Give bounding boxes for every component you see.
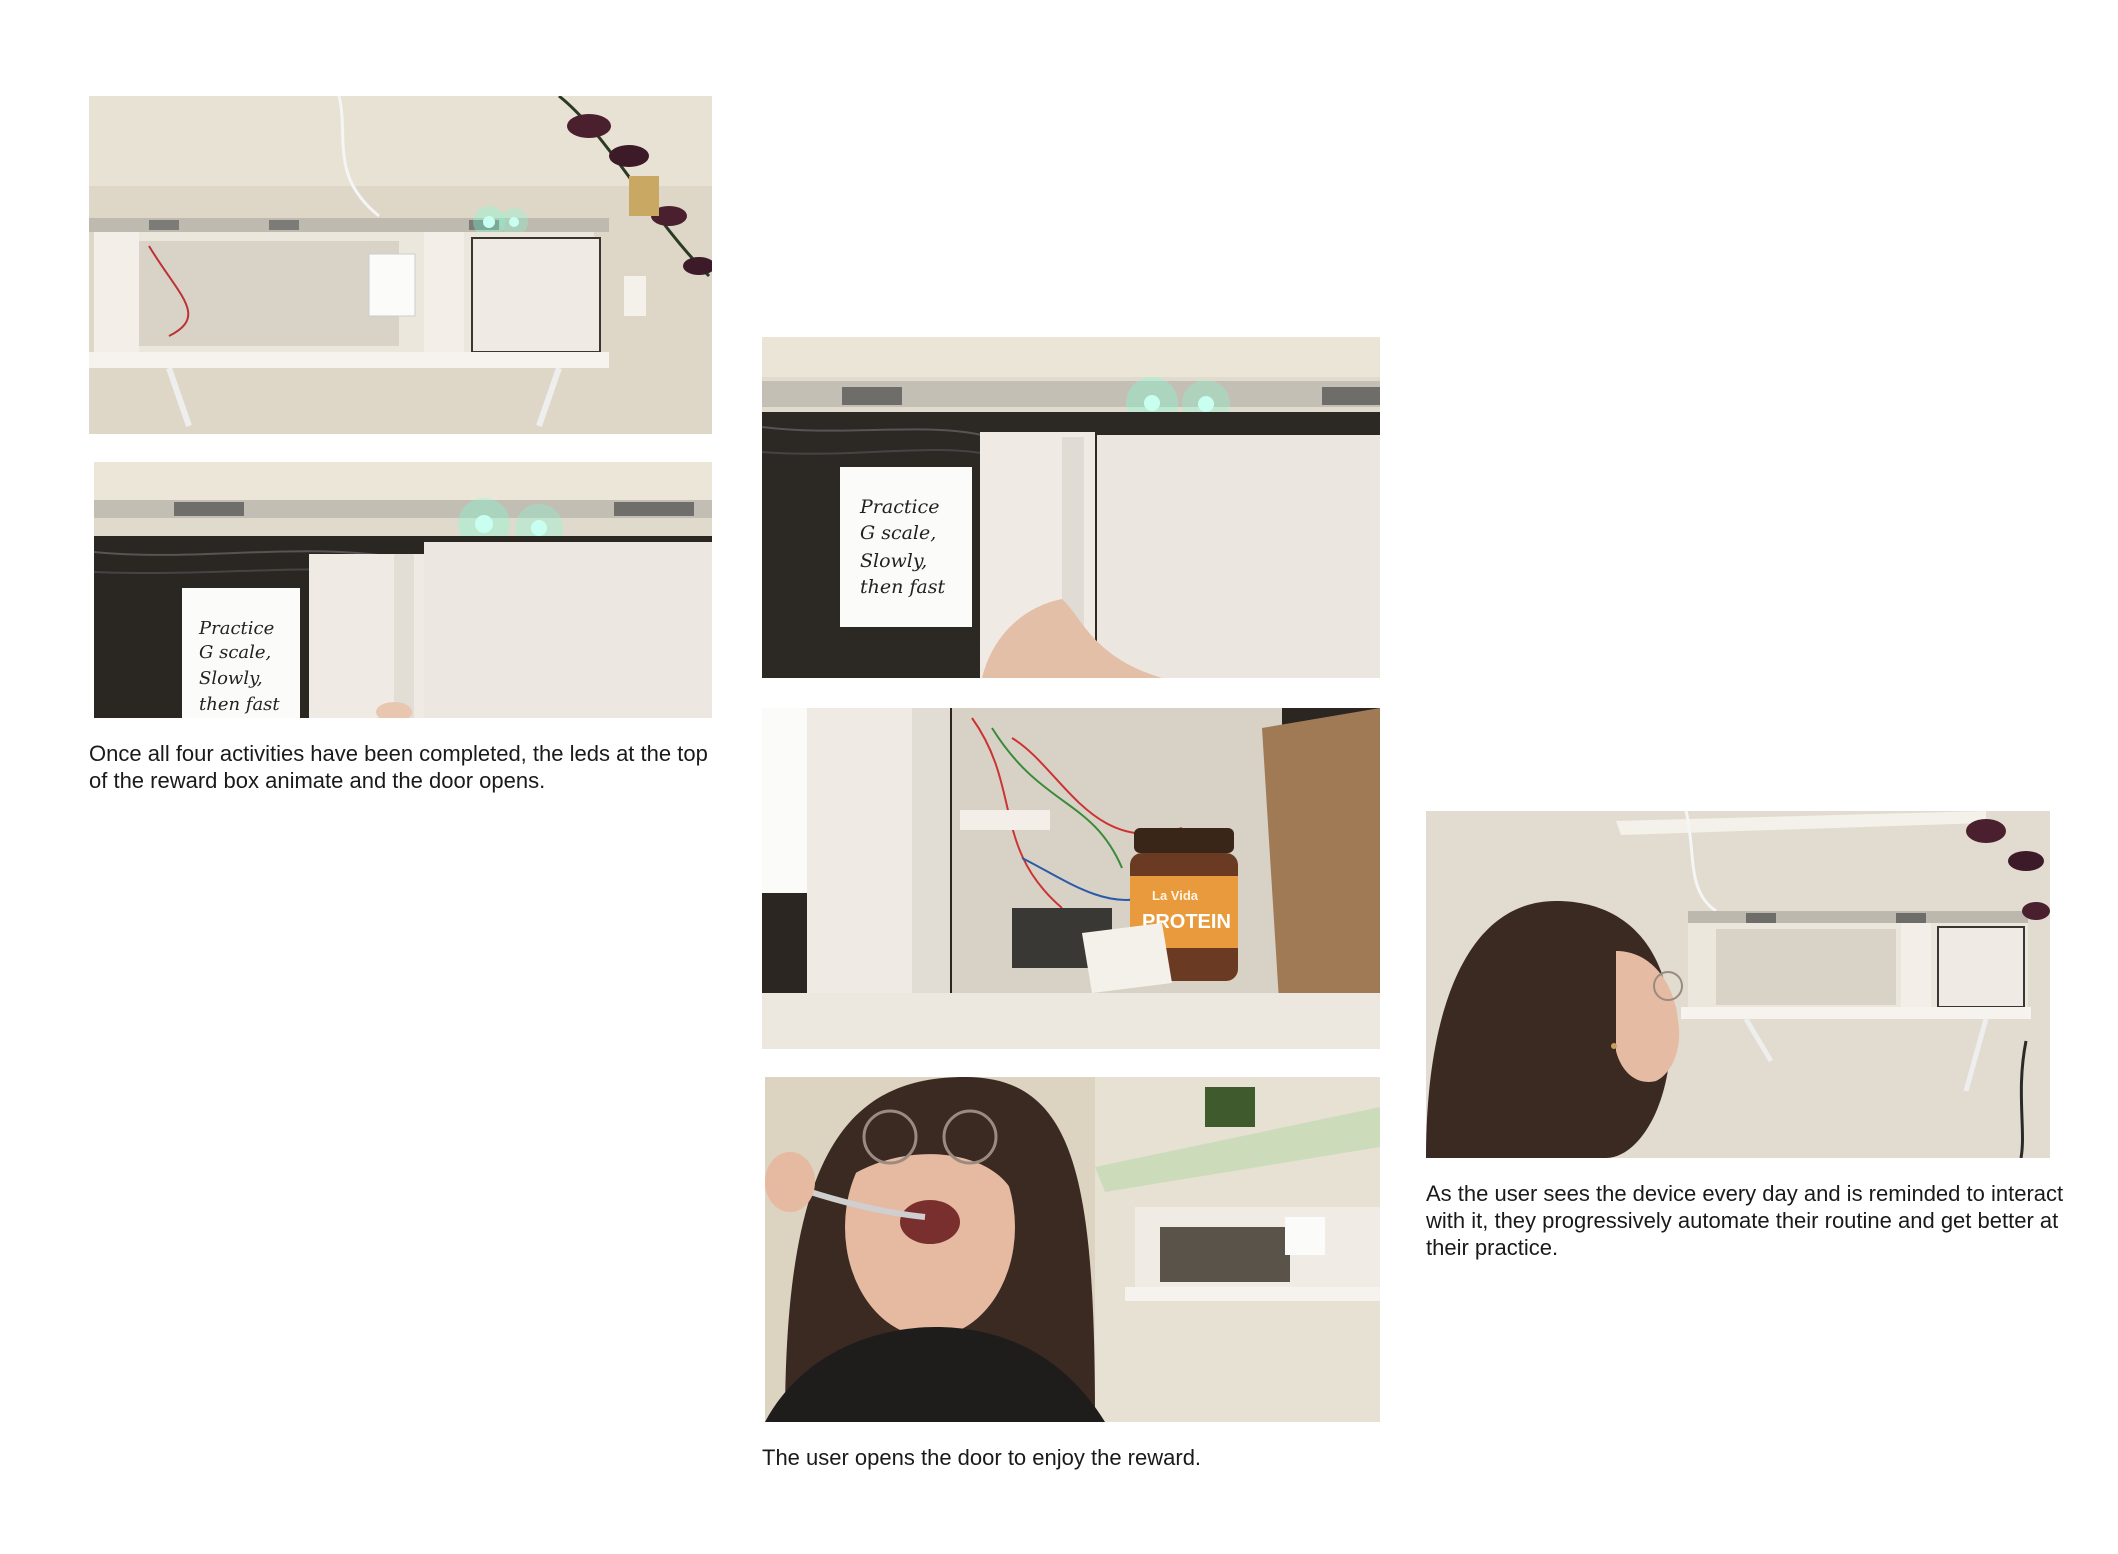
note-line-1b: Practice bbox=[859, 496, 939, 518]
caption-leds-animate: Once all four activities have been compl… bbox=[89, 741, 708, 793]
jar-brand: La Vida bbox=[1152, 888, 1199, 903]
photo-box-interior-reward: La Vida PROTEIN bbox=[762, 708, 1380, 1049]
photo-user-looking-at-device bbox=[1426, 811, 2050, 1158]
caption-open-door-reward: The user opens the door to enjoy the rew… bbox=[762, 1445, 1202, 1470]
photo-reward-box-overview bbox=[89, 96, 712, 434]
note-line-3: Slowly, bbox=[199, 668, 263, 689]
note-line-2b: G scale, bbox=[860, 522, 936, 544]
photo-hand-opening-door: Practice G scale, Slowly, then fast bbox=[762, 337, 1380, 678]
caption-routine-automation: As the user sees the device every day an… bbox=[1426, 1181, 2064, 1260]
note-line-3b: Slowly, bbox=[860, 550, 927, 572]
note-line-4: then fast bbox=[199, 694, 280, 715]
photo-user-eating-reward bbox=[765, 1077, 1380, 1422]
note-line-4b: then fast bbox=[860, 576, 946, 598]
note-line-1: Practice bbox=[198, 618, 274, 639]
photo-door-opening-closeup: Practice G scale, Slowly, then fast bbox=[94, 462, 712, 718]
note-line-2: G scale, bbox=[199, 642, 271, 663]
